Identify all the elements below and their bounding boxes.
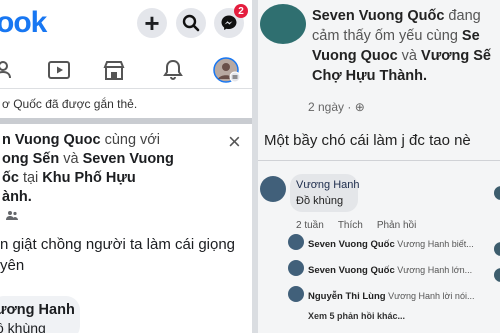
comment-text: Đồ khùng xyxy=(296,195,344,207)
commenter-avatar[interactable] xyxy=(260,176,286,202)
and-text: và xyxy=(397,48,422,64)
reply-text: Vương Hanh lời nói... xyxy=(385,291,475,301)
right-screenshot: Seven Vuong Quốc đang cảm thấy ốm yếu cù… xyxy=(258,0,500,333)
section-divider xyxy=(0,118,252,124)
messenger-icon xyxy=(221,15,237,30)
post-header: Seven Vuong Quốc đang cảm thấy ốm yếu cù… xyxy=(312,6,500,86)
video-icon[interactable] xyxy=(46,58,72,82)
comment-text: ồ khùng xyxy=(0,320,46,333)
facebook-logo[interactable]: ook xyxy=(0,6,47,40)
comment-time: 2 tuần xyxy=(296,220,324,231)
comment-author[interactable]: ương Hanh xyxy=(0,302,75,318)
messenger-button[interactable]: 2 xyxy=(214,4,248,38)
location-name[interactable]: Khu Phố Hựu xyxy=(42,170,135,186)
post-text-line: yên xyxy=(0,257,25,274)
more-replies-link[interactable]: Xem 5 phản hồi khác... xyxy=(308,311,405,321)
reply-item[interactable]: Nguyễn Thi Lùng Vương Hanh lời nói... xyxy=(308,291,474,302)
location-name[interactable]: Chợ Hựu Thành. xyxy=(312,68,427,84)
post-timestamp[interactable]: 2 ngày · ⊕ xyxy=(308,100,365,114)
location-name-cont[interactable]: ành. xyxy=(2,189,32,205)
status-text: đang xyxy=(444,8,481,24)
tagged-name-a[interactable]: Se xyxy=(462,28,480,44)
notifications-icon[interactable] xyxy=(160,58,186,82)
reply-item[interactable]: Seven Vuong Quốc Vương Hanh lớn... xyxy=(308,265,472,276)
blurred-avatar xyxy=(260,4,306,44)
search-button[interactable] xyxy=(176,8,206,38)
reply-avatar[interactable] xyxy=(288,260,304,276)
tagged-name-a-cont[interactable]: Vuong Quoc xyxy=(312,48,398,64)
comment-actions: 2 tuần Thích Phản hồi xyxy=(296,220,430,231)
tagged-name-b[interactable]: Vương Sế xyxy=(421,48,491,64)
section-divider xyxy=(258,160,500,161)
post-text-line: n giật chồng người ta làm cái giọng xyxy=(0,236,236,253)
author-name[interactable]: n Vuong Quoc xyxy=(2,132,101,148)
post-header: n Vuong Quoc cùng với ong Sến và Seven V… xyxy=(2,131,218,207)
tagged-name-b-cont[interactable]: ốc xyxy=(2,170,19,186)
reply-text: Vương Hanh lớn... xyxy=(394,265,473,275)
marketplace-icon[interactable] xyxy=(101,58,127,82)
reply-avatar[interactable] xyxy=(288,286,304,302)
blurred-avatar xyxy=(494,186,500,200)
nav-bar xyxy=(0,52,252,89)
profile-avatar-icon[interactable] xyxy=(212,56,242,84)
reply-item[interactable]: Seven Vuong Quốc Vương Hanh biết... xyxy=(308,239,474,250)
post-text: Một bầy chó cái làm j đc tao nè xyxy=(264,132,471,149)
friends-privacy-icon xyxy=(6,211,18,220)
comment-author[interactable]: Vương Hanh xyxy=(296,179,360,191)
close-icon[interactable]: × xyxy=(228,131,241,153)
messenger-badge: 2 xyxy=(234,4,248,18)
reply-author[interactable]: Nguyễn Thi Lùng xyxy=(308,291,386,302)
search-icon xyxy=(182,14,200,32)
tagged-name-b[interactable]: Seven Vuong xyxy=(83,151,174,167)
and-text: và xyxy=(59,151,83,167)
at-text: tại xyxy=(18,170,43,186)
like-link[interactable]: Thích xyxy=(338,220,363,231)
blurred-avatar xyxy=(494,268,500,282)
create-button[interactable]: + xyxy=(137,8,167,38)
reply-text: Vương Hanh biết... xyxy=(394,239,474,249)
post-text: n giật chồng người ta làm cái giọng yên xyxy=(0,234,250,276)
tagged-name-a[interactable]: ong Sến xyxy=(2,151,59,167)
with-text: cùng với xyxy=(100,132,161,148)
friends-icon[interactable] xyxy=(0,58,20,82)
author-name[interactable]: Seven Vuong Quốc xyxy=(312,8,444,24)
feeling-text: cảm thấy ốm yếu cùng xyxy=(312,28,462,44)
reply-author[interactable]: Seven Vuong Quốc xyxy=(308,265,395,276)
reply-avatar[interactable] xyxy=(288,234,304,250)
blurred-avatar xyxy=(494,242,500,256)
reply-author[interactable]: Seven Vuong Quốc xyxy=(308,239,395,250)
left-screenshot: ook + 2 ơ Quốc đã được gắn thẻ. n Vuong … xyxy=(0,0,252,333)
reply-link[interactable]: Phản hồi xyxy=(377,220,416,231)
plus-icon: + xyxy=(144,8,160,38)
